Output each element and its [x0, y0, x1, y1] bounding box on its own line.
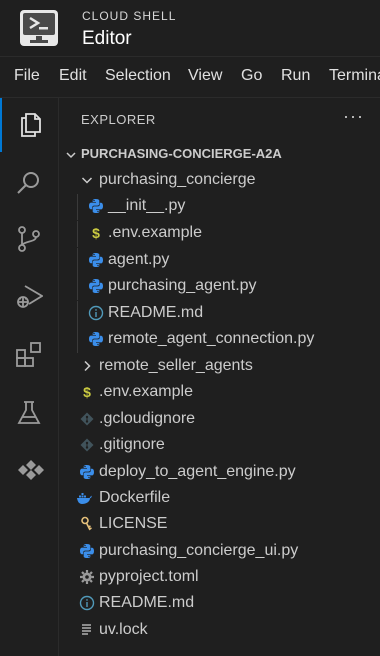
python-icon — [88, 331, 104, 347]
menu-run[interactable]: Run — [281, 67, 310, 85]
file-row[interactable]: README.md — [59, 591, 380, 617]
file-row[interactable]: LICENSE — [59, 512, 380, 538]
file-label: agent.py — [108, 251, 170, 268]
docker-icon — [76, 490, 92, 506]
file-row[interactable]: deploy_to_agent_engine.py — [59, 460, 380, 486]
folder-row[interactable]: purchasing_concierge — [59, 168, 380, 194]
file-label: .gcloudignore — [99, 410, 196, 427]
indent-guide — [77, 301, 78, 327]
menu-terminal[interactable]: Terminal — [329, 67, 380, 85]
file-label: deploy_to_agent_engine.py — [99, 463, 296, 480]
file-label: uv.lock — [99, 621, 148, 638]
workspace-root[interactable]: PURCHASING-CONCIERGE-A2A — [59, 143, 380, 167]
indent-guide — [77, 194, 78, 220]
file-label: purchasing_agent.py — [108, 277, 257, 294]
file-row[interactable]: pyproject.toml — [59, 565, 380, 591]
file-row[interactable]: README.md — [59, 301, 380, 327]
dollar-icon: $ — [88, 225, 104, 241]
file-row[interactable]: remote_agent_connection.py — [59, 327, 380, 353]
file-label: purchasing_concierge — [99, 171, 256, 188]
gear-icon — [79, 569, 95, 585]
file-label: README.md — [99, 594, 195, 611]
more-actions-icon[interactable]: ··· — [343, 106, 364, 127]
python-icon — [88, 198, 104, 214]
chevron-down-icon — [79, 172, 95, 188]
file-label: .env.example — [108, 224, 202, 241]
file-label: remote_agent_connection.py — [108, 330, 315, 347]
python-icon — [79, 543, 95, 559]
file-label: pyproject.toml — [99, 568, 199, 585]
activity-bar — [0, 98, 59, 656]
extensions-icon[interactable] — [0, 328, 58, 382]
menu-view[interactable]: View — [188, 67, 222, 85]
indent-guide — [77, 327, 78, 353]
app-header: CLOUD SHELL Editor — [0, 0, 380, 57]
menu-edit[interactable]: Edit — [59, 67, 87, 85]
cloud-code-icon[interactable] — [0, 444, 58, 498]
file-label: README.md — [108, 304, 204, 321]
search-icon[interactable] — [0, 156, 58, 210]
menu-file[interactable]: File — [14, 67, 40, 85]
file-row[interactable]: .gcloudignore — [59, 407, 380, 433]
info-icon — [88, 305, 104, 321]
file-row[interactable]: Dockerfile — [59, 486, 380, 512]
diamond-icon — [79, 411, 95, 427]
file-row[interactable]: uv.lock — [59, 618, 380, 644]
python-icon — [88, 252, 104, 268]
svg-text:$: $ — [92, 225, 100, 241]
menu-bar: File Edit Selection View Go Run Terminal — [0, 57, 380, 98]
file-row[interactable]: .gitignore — [59, 433, 380, 459]
menu-go[interactable]: Go — [241, 67, 262, 85]
svg-text:$: $ — [83, 384, 91, 400]
file-label: __init__.py — [108, 197, 186, 214]
app-subtitle: CLOUD SHELL — [82, 9, 177, 23]
file-row[interactable]: purchasing_concierge_ui.py — [59, 539, 380, 565]
lines-icon — [79, 622, 95, 638]
indent-guide — [77, 274, 78, 300]
key-icon — [79, 516, 95, 532]
chevron-right-icon — [79, 358, 95, 374]
file-label: LICENSE — [99, 515, 168, 532]
python-icon — [88, 278, 104, 294]
info-icon — [79, 595, 95, 611]
file-label: purchasing_concierge_ui.py — [99, 542, 299, 559]
app-title: Editor — [82, 28, 132, 49]
workspace-root-label: PURCHASING-CONCIERGE-A2A — [81, 146, 282, 161]
file-row[interactable]: __init__.py — [59, 194, 380, 220]
file-label: .env.example — [99, 383, 193, 400]
indent-guide — [77, 221, 78, 247]
menu-selection[interactable]: Selection — [105, 67, 171, 85]
file-row[interactable]: agent.py — [59, 248, 380, 274]
run-debug-icon[interactable] — [0, 270, 58, 324]
file-label: Dockerfile — [99, 489, 171, 506]
file-label: .gitignore — [99, 436, 165, 453]
explorer-icon[interactable] — [0, 98, 60, 152]
diamond-icon — [79, 437, 95, 453]
folder-row[interactable]: remote_seller_agents — [59, 354, 380, 380]
file-row[interactable]: $ .env.example — [59, 380, 380, 406]
source-control-icon[interactable] — [0, 212, 58, 266]
file-label: remote_seller_agents — [99, 357, 253, 374]
cloud-shell-logo-icon — [20, 10, 58, 46]
python-icon — [79, 464, 95, 480]
explorer-title: EXPLORER — [81, 112, 156, 127]
indent-guide — [77, 248, 78, 274]
chevron-down-icon — [66, 152, 76, 159]
testing-icon[interactable] — [0, 386, 58, 440]
file-row[interactable]: $ .env.example — [59, 221, 380, 247]
file-row[interactable]: purchasing_agent.py — [59, 274, 380, 300]
dollar-icon: $ — [79, 384, 95, 400]
explorer-panel: EXPLORER ··· PURCHASING-CONCIERGE-A2A pu… — [59, 98, 380, 656]
